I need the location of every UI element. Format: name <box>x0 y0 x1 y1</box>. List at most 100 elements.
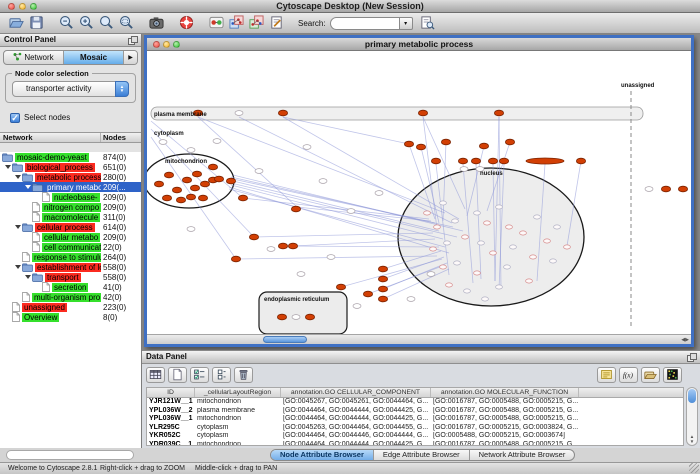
hscrollbar-arrows-icon[interactable]: ◀▶ <box>681 336 689 344</box>
tree-row[interactable]: mosaic-demo-yeast874(0) <box>0 152 141 162</box>
tab-node-attribute-browser[interactable]: Node Attribute Browser <box>271 450 374 460</box>
table-cell: YKR052C <box>147 432 195 441</box>
network-minimize-button[interactable] <box>163 41 170 48</box>
network-zoom-button[interactable] <box>173 41 180 48</box>
tree-column-nodes[interactable]: Nodes <box>101 133 141 142</box>
select-attributes-button[interactable] <box>190 367 209 383</box>
matrix-button[interactable] <box>663 367 682 383</box>
tree-column-network[interactable]: Network <box>0 133 101 142</box>
table-row[interactable]: YPL036W__2plasma membrane[GO:0044464, GO… <box>147 407 683 416</box>
vizmapper-button[interactable] <box>206 14 226 32</box>
tab-edge-attribute-browser[interactable]: Edge Attribute Browser <box>374 450 470 460</box>
table-row[interactable]: YDR039C__1mitochondrion[GO:0044464, GO:0… <box>147 441 683 446</box>
table-row[interactable]: YJR121W__1mitochondrion[GO:0045267, GO:0… <box>147 398 683 407</box>
tree-row-label: transport <box>45 273 81 282</box>
table-vscrollbar[interactable]: ▲▼ <box>686 387 698 446</box>
zoom-out-button[interactable] <box>56 14 76 32</box>
zoom-in-button[interactable] <box>76 14 96 32</box>
delete-attribute-button[interactable] <box>234 367 253 383</box>
table-row[interactable]: YLR295Ccytoplasm[GO:0045263, GO:0044464,… <box>147 424 683 433</box>
snapshot-button[interactable] <box>146 14 166 32</box>
tree-row-count: 264(0) <box>103 253 126 262</box>
table-cell: YLR295C <box>147 424 195 433</box>
layout-group-button[interactable] <box>246 14 266 32</box>
table-row[interactable]: YPL036W__1mitochondrion[GO:0044464, GO:0… <box>147 415 683 424</box>
tree-row[interactable]: transport558(0) <box>0 272 141 282</box>
tree-row[interactable]: unassigned223(0) <box>0 302 141 312</box>
network-close-button[interactable] <box>153 41 160 48</box>
matrix-icon <box>666 368 679 383</box>
tree-row[interactable]: metabolic process280(0) <box>0 172 141 182</box>
help-button[interactable] <box>176 14 196 32</box>
table-row[interactable]: YKR052Ccytoplasm[GO:0044464, GO:0044446,… <box>147 432 683 441</box>
vizmapper-icon <box>209 15 224 32</box>
zoom-region-button[interactable] <box>116 14 136 32</box>
search-label: Search: <box>298 19 326 28</box>
tree-row[interactable]: response to stimulu264(0) <box>0 252 141 262</box>
notes-button[interactable] <box>597 367 616 383</box>
attribute-table-button[interactable] <box>146 367 165 383</box>
unselect-attributes-button[interactable] <box>212 367 231 383</box>
tree-row-label: cellular process <box>35 223 95 232</box>
column-header[interactable]: _cellularLayoutRegion <box>195 388 281 397</box>
select-nodes-checkbox[interactable]: ✓ <box>10 113 20 123</box>
column-header[interactable]: ID <box>147 388 195 397</box>
tab-network-attribute-browser[interactable]: Network Attribute Browser <box>470 450 575 460</box>
expand-arrow-icon[interactable] <box>25 185 31 189</box>
column-header[interactable]: annotation.GO CELLULAR_COMPONENT <box>281 388 431 397</box>
enhanced-search-button[interactable] <box>418 14 438 32</box>
search-dropdown-arrow[interactable]: ▾ <box>400 17 413 30</box>
layout-region-button[interactable] <box>226 14 246 32</box>
resize-grip[interactable] <box>689 463 699 473</box>
tree-row[interactable]: establishment of lo558(0) <box>0 262 141 272</box>
expand-arrow-icon[interactable] <box>25 275 31 279</box>
float-icon[interactable] <box>687 353 697 362</box>
tree-row[interactable]: primary metabo209(... <box>0 182 141 192</box>
expand-arrow-icon[interactable] <box>15 225 21 229</box>
import-attributes-button[interactable] <box>641 367 660 383</box>
network-canvas[interactable]: plasma membranecytoplasmmitochondrionnuc… <box>147 51 691 334</box>
tree-row[interactable]: cell communicat22(0) <box>0 242 141 252</box>
tab-overflow-arrow[interactable]: ▶ <box>124 51 137 64</box>
float-icon[interactable] <box>128 36 138 45</box>
table-cell: YDR039C__1 <box>147 441 195 446</box>
data-panel-header: Data Panel <box>142 351 700 364</box>
network-hscrollbar[interactable]: ◀▶ <box>147 334 691 344</box>
tree-row[interactable]: nitrogen compo209(0) <box>0 202 141 212</box>
tree-row[interactable]: cellular process614(0) <box>0 222 141 232</box>
page-node-icon <box>12 302 20 312</box>
vscrollbar-thumb[interactable] <box>688 389 696 403</box>
dropdown-stepper-icon[interactable]: ▲▼ <box>115 81 129 97</box>
tab-mosaic[interactable]: Mosaic <box>64 51 124 64</box>
filter-button[interactable] <box>266 14 286 32</box>
node-color-dropdown[interactable]: transporter activity ▲▼ <box>12 81 129 97</box>
tree-row[interactable]: secretion41(0) <box>0 282 141 292</box>
toolbar-group <box>206 14 286 32</box>
tab-network[interactable]: Network <box>4 51 64 64</box>
tree-row[interactable]: Overview8(0) <box>0 312 141 322</box>
expand-arrow-icon[interactable] <box>15 175 21 179</box>
tree-row[interactable]: nucleobase-209(0) <box>0 192 141 202</box>
column-header[interactable]: annotation.GO MOLECULAR_FUNCTION <box>431 388 579 397</box>
table-cell: [GO:0044464, GO:0044444, GO:0044425, G..… <box>281 407 431 416</box>
formula-button[interactable]: f(x) <box>619 367 638 383</box>
expand-arrow-icon[interactable] <box>15 265 21 269</box>
zoom-fit-button[interactable] <box>96 14 116 32</box>
search-input[interactable] <box>330 17 400 30</box>
open-button[interactable] <box>6 14 26 32</box>
toolbar-group <box>6 14 46 32</box>
tree-row[interactable]: biological_process651(0) <box>0 162 141 172</box>
control-panel-hscrollbar[interactable] <box>6 450 134 460</box>
tree-row-count: 42(0) <box>103 293 122 302</box>
vscrollbar-arrows-icon[interactable]: ▲▼ <box>687 434 697 444</box>
hscrollbar-thumb[interactable] <box>263 336 307 343</box>
folder-node-icon <box>22 223 33 232</box>
new-attribute-button[interactable] <box>168 367 187 383</box>
tree-row[interactable]: macromolecule311(0) <box>0 212 141 222</box>
tab-label: Network <box>24 53 53 62</box>
network-view-window[interactable]: primary metabolic process plasma membran… <box>144 35 694 347</box>
tree-row[interactable]: multi-organism pro42(0) <box>0 292 141 302</box>
expand-arrow-icon[interactable] <box>5 165 11 169</box>
save-button[interactable] <box>26 14 46 32</box>
tree-row[interactable]: cellular metabo209(0) <box>0 232 141 242</box>
